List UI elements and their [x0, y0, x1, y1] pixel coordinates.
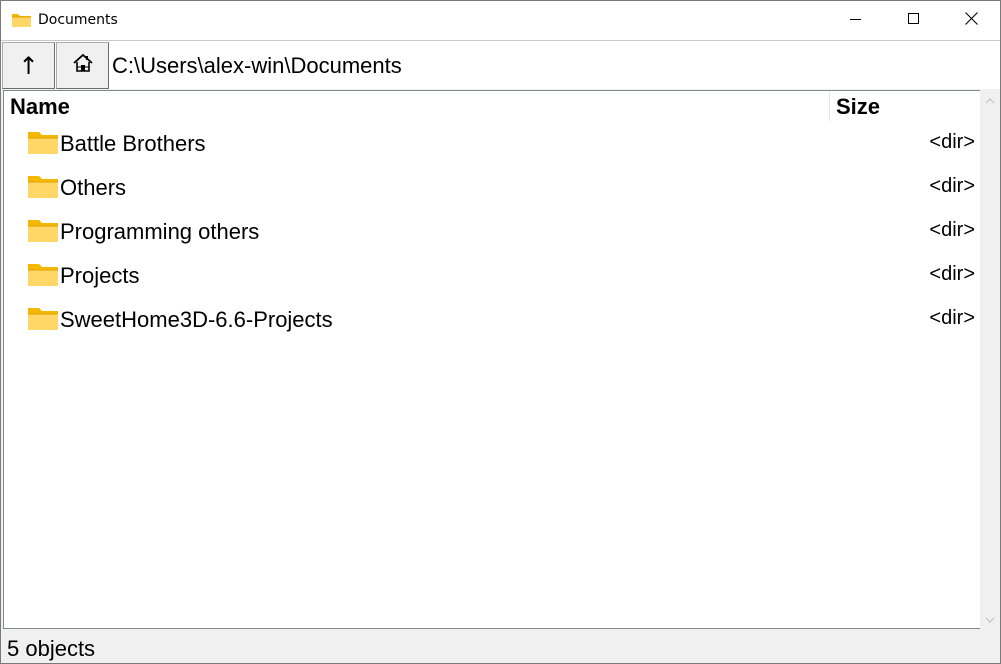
- close-button[interactable]: [942, 1, 1000, 40]
- folder-icon: [27, 218, 59, 244]
- minimize-icon: [850, 12, 862, 30]
- toolbar: ↑ C:\Users\alex-win\Documents: [1, 40, 1000, 89]
- list-item[interactable]: Battle Brothers <dir>: [4, 121, 980, 165]
- item-name: Battle Brothers: [60, 131, 206, 156]
- item-size: <dir>: [929, 219, 975, 241]
- item-size: <dir>: [929, 131, 975, 153]
- minimize-button[interactable]: [827, 1, 885, 40]
- file-browser-window: Documents ↑ C:\Users\alex-win\Documents …: [0, 0, 1001, 664]
- file-list[interactable]: Name Size Battle Brothers <dir> Others <…: [3, 90, 980, 629]
- title-bar[interactable]: Documents: [1, 1, 1000, 40]
- item-name: Others: [60, 175, 127, 200]
- list-item[interactable]: SweetHome3D-6.6-Projects <dir>: [4, 297, 980, 341]
- item-name: SweetHome3D-6.6-Projects: [60, 307, 333, 332]
- folder-icon: [12, 12, 31, 28]
- folder-icon: [27, 262, 59, 288]
- status-bar: 5 objects: [1, 630, 1000, 663]
- item-size: <dir>: [929, 175, 975, 197]
- column-header: Name Size: [4, 91, 980, 121]
- status-text: 5 objects: [7, 636, 96, 661]
- list-item[interactable]: Others <dir>: [4, 165, 980, 209]
- up-arrow-icon: ↑: [18, 51, 39, 80]
- maximize-button[interactable]: [885, 1, 943, 40]
- item-name: Projects: [60, 263, 140, 288]
- close-icon: [964, 11, 978, 30]
- home-button[interactable]: [56, 42, 109, 89]
- vertical-scrollbar[interactable]: [980, 90, 1000, 629]
- maximize-icon: [908, 12, 920, 30]
- column-separator[interactable]: [829, 91, 830, 121]
- folder-icon: [27, 130, 59, 156]
- item-size: <dir>: [929, 307, 975, 329]
- scroll-up-button[interactable]: [980, 90, 1000, 110]
- scroll-down-button[interactable]: [980, 609, 1000, 629]
- column-header-name[interactable]: Name: [10, 94, 70, 120]
- list-item[interactable]: Programming others <dir>: [4, 209, 980, 253]
- item-size: <dir>: [929, 263, 975, 285]
- item-name: Programming others: [60, 219, 260, 244]
- folder-icon: [27, 306, 59, 332]
- window-title: Documents: [38, 12, 118, 28]
- home-icon: [72, 52, 94, 79]
- path-field[interactable]: C:\Users\alex-win\Documents: [112, 53, 402, 79]
- file-rows: Battle Brothers <dir> Others <dir> Progr…: [4, 121, 980, 341]
- column-header-size[interactable]: Size: [836, 94, 880, 120]
- list-item[interactable]: Projects <dir>: [4, 253, 980, 297]
- chevron-down-icon: [985, 610, 995, 628]
- folder-icon: [27, 174, 59, 200]
- up-folder-button[interactable]: ↑: [2, 42, 55, 89]
- chevron-up-icon: [985, 91, 995, 109]
